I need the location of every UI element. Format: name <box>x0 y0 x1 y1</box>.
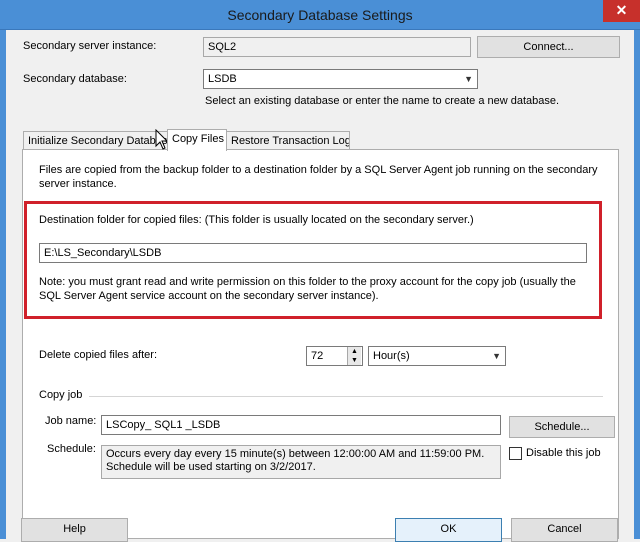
destination-folder-label: Destination folder for copied files: (Th… <box>39 214 474 226</box>
tab-copy-files[interactable]: Copy Files <box>167 129 227 151</box>
group-divider <box>89 396 603 397</box>
window-frame-right <box>634 30 640 539</box>
connect-button[interactable]: Connect... <box>477 36 620 58</box>
cancel-button[interactable]: Cancel <box>511 518 618 542</box>
destination-folder-input[interactable]: E:\LS_Secondary\LSDB <box>39 243 587 263</box>
disable-job-label: Disable this job <box>526 447 601 459</box>
tab-initialize-secondary-database[interactable]: Initialize Secondary Database <box>23 131 168 151</box>
job-name-input[interactable]: LSCopy_ SQL1 _LSDB <box>101 415 501 435</box>
delete-files-label: Delete copied files after: <box>39 349 158 361</box>
secondary-database-combo[interactable]: LSDB ▼ <box>203 69 478 89</box>
spinner-arrows-icon[interactable]: ▲ ▼ <box>347 347 361 365</box>
copy-job-group-label: Copy job <box>39 389 83 401</box>
copy-files-intro: Files are copied from the backup folder … <box>39 164 598 190</box>
ok-button[interactable]: OK <box>395 518 502 542</box>
delete-unit-value: Hour(s) <box>373 350 410 362</box>
delete-files-value: 72 <box>311 350 324 362</box>
schedule-button[interactable]: Schedule... <box>509 416 615 438</box>
database-hint: Select an existing database or enter the… <box>205 95 560 107</box>
server-instance-label: Secondary server instance: <box>23 40 157 52</box>
job-name-label: Job name: <box>45 415 97 427</box>
permission-note: Note: you must grant read and write perm… <box>39 276 576 302</box>
window-title: Secondary Database Settings <box>227 7 413 23</box>
chevron-down-icon[interactable]: ▼ <box>492 347 501 365</box>
tab-restore-transaction-log[interactable]: Restore Transaction Log <box>226 131 350 151</box>
chevron-down-icon[interactable]: ▼ <box>464 70 473 88</box>
secondary-database-label: Secondary database: <box>23 73 127 85</box>
close-button[interactable]: ✕ <box>603 0 640 22</box>
help-button[interactable]: Help <box>21 518 128 542</box>
schedule-description: Occurs every day every 15 minute(s) betw… <box>101 445 501 479</box>
secondary-database-value: LSDB <box>208 73 237 85</box>
server-instance-field[interactable]: SQL2 <box>203 37 471 57</box>
delete-unit-combo[interactable]: Hour(s) ▼ <box>368 346 506 366</box>
disable-job-checkbox[interactable] <box>509 447 522 460</box>
schedule-label: Schedule: <box>47 443 96 455</box>
